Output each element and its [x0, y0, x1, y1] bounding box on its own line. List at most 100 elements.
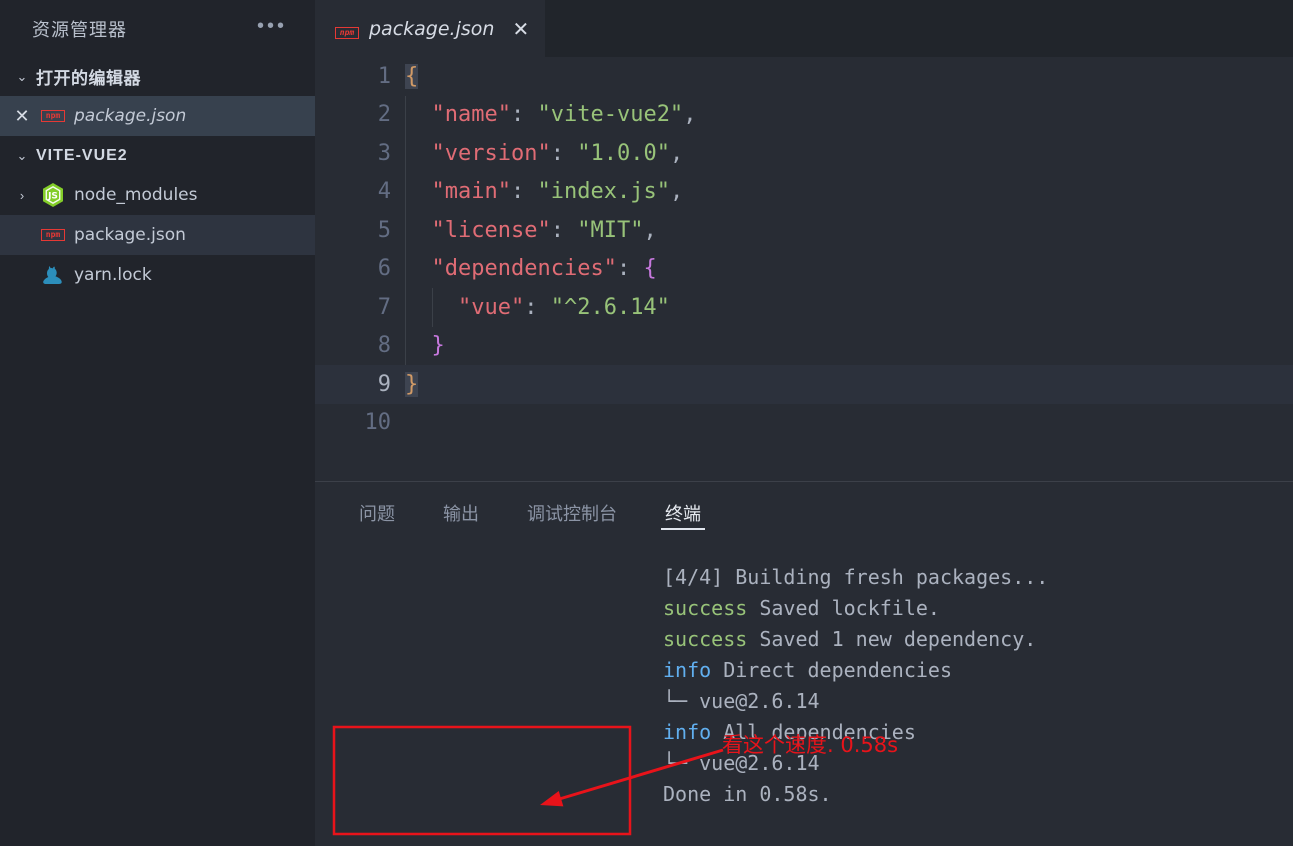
indent-guide-level1 [405, 95, 406, 365]
panel-tab-0[interactable]: 问题 [355, 482, 399, 544]
tab-package-json[interactable]: npm package.json ✕ [315, 0, 546, 57]
page-title: 资源管理器 [32, 19, 127, 41]
npm-icon: npm [335, 18, 359, 40]
close-icon[interactable]: ✕ [508, 17, 529, 41]
code-line[interactable]: 7 "vue": "^2.6.14" [315, 288, 1293, 327]
code-token: : [524, 294, 538, 320]
editor-area: npm package.json ✕ 1{2 "name": "vite-vue… [315, 0, 1293, 846]
code-text: } [405, 371, 419, 397]
chevron-right-icon: › [19, 187, 25, 203]
code-token: , [669, 179, 684, 205]
code-token: { [405, 63, 419, 89]
sidebar-item-label: yarn.lock [74, 265, 152, 285]
code-line[interactable]: 6 "dependencies": { [315, 250, 1293, 289]
code-line[interactable]: 5 "license": "MIT", [315, 211, 1293, 250]
code-editor[interactable]: 1{2 "name": "vite-vue2", 3 "version": "1.… [315, 57, 1293, 481]
line-number: 9 [377, 371, 391, 397]
yarn-icon [36, 263, 70, 287]
line-number: 3 [377, 140, 391, 166]
sidebar-item-node-modules[interactable]: › JS node_modules [0, 175, 315, 215]
code-line[interactable]: 3 "version": "1.0.0", [315, 134, 1293, 173]
terminal-token: Saved 1 new dependency. [747, 627, 1037, 651]
terminal-token: Direct dependencies [711, 658, 952, 682]
open-editor-item-package-json[interactable]: ✕ npm package.json [0, 96, 315, 136]
nodejs-icon: JS [36, 182, 70, 208]
code-text: { [405, 63, 419, 89]
terminal-token: success [663, 627, 748, 651]
code-text: "main": "index.js", [405, 179, 684, 205]
code-token: { [643, 256, 657, 282]
bottom-panel: 问题 输出 调试控制台 终端 [4/4] Building fresh package… [315, 481, 1293, 846]
vscode-window: 资源管理器 ••• ⌄ 打开的编辑器 ✕ npm package.json ⌄ … [0, 0, 1293, 846]
terminal-token: Saved lockfile. [747, 596, 940, 620]
code-text: } [405, 333, 445, 358]
code-token: "license" [431, 217, 551, 243]
terminal-line: info Direct dependencies [663, 655, 1293, 686]
code-line[interactable]: 2 "name": "vite-vue2", [315, 96, 1293, 135]
code-token: "index.js" [537, 179, 670, 205]
sidebar-section-open-editors[interactable]: ⌄ 打开的编辑器 [0, 57, 315, 96]
code-token: : [550, 140, 564, 166]
editor-tab-bar: npm package.json ✕ [315, 0, 1293, 57]
code-token: "name" [431, 102, 511, 128]
sidebar-section-label: VITE-VUE2 [36, 146, 128, 164]
chevron-down-icon: ⌄ [16, 147, 28, 163]
npm-icon: npm [36, 110, 70, 122]
terminal-token: info [663, 658, 712, 682]
code-token: "dependencies" [431, 256, 617, 282]
line-number: 10 [364, 410, 392, 436]
open-editor-label: package.json [74, 106, 187, 126]
line-number: 5 [377, 217, 391, 243]
terminal-token: success [663, 596, 748, 620]
sidebar-item-yarn-lock[interactable]: yarn.lock [0, 255, 315, 295]
code-text: "dependencies": { [405, 256, 657, 281]
chevron-down-icon: ⌄ [16, 68, 28, 84]
ellipsis-icon[interactable]: ••• [257, 16, 287, 37]
terminal-token: └─ vue@2.6.14 [663, 689, 820, 713]
terminal-line: [4/4] Building fresh packages... [663, 562, 1293, 593]
sidebar-section-label: 打开的编辑器 [36, 69, 141, 89]
code-line[interactable]: 10 [315, 404, 1293, 443]
code-text: "version": "1.0.0", [405, 140, 684, 166]
line-number: 4 [377, 179, 391, 205]
panel-tab-1[interactable]: 输出 [439, 482, 483, 544]
line-number: 2 [377, 102, 391, 128]
code-token: "vite-vue2" [537, 102, 684, 128]
code-line[interactable]: 4 "main": "index.js", [315, 173, 1293, 212]
close-icon[interactable]: ✕ [8, 106, 36, 127]
terminal-output[interactable]: [4/4] Building fresh packages... success … [315, 544, 1293, 846]
code-text: "name": "vite-vue2", [405, 102, 697, 128]
sidebar-item-label: package.json [74, 225, 186, 245]
line-number: 8 [377, 333, 391, 359]
code-token: , [683, 102, 697, 128]
sidebar-item-package-json[interactable]: npm package.json [0, 215, 315, 255]
code-line[interactable]: 9} [315, 365, 1293, 404]
code-token: "^2.6.14" [550, 294, 670, 320]
code-token: "main" [431, 179, 511, 205]
code-line[interactable]: 8 } [315, 327, 1293, 366]
code-token: , [643, 217, 657, 243]
npm-icon: npm [36, 229, 70, 241]
code-text: "vue": "^2.6.14" [405, 295, 670, 320]
sidebar-section-vite-vue2[interactable]: ⌄ VITE-VUE2 [0, 136, 315, 175]
code-text: "license": "MIT", [405, 218, 657, 243]
line-number: 7 [377, 294, 391, 320]
code-line[interactable]: 1{ [315, 57, 1293, 96]
terminal-line: success Saved 1 new dependency. [663, 624, 1293, 655]
explorer-sidebar: 资源管理器 ••• ⌄ 打开的编辑器 ✕ npm package.json ⌄ … [0, 0, 315, 846]
tab-label: package.json [369, 17, 495, 40]
panel-tab-2[interactable]: 调试控制台 [523, 482, 621, 544]
code-token: } [405, 371, 419, 397]
panel-tab-3[interactable]: 终端 [661, 482, 705, 544]
line-number: 1 [377, 63, 391, 89]
indent-guide-level2 [432, 288, 433, 327]
line-number: 6 [377, 256, 391, 282]
